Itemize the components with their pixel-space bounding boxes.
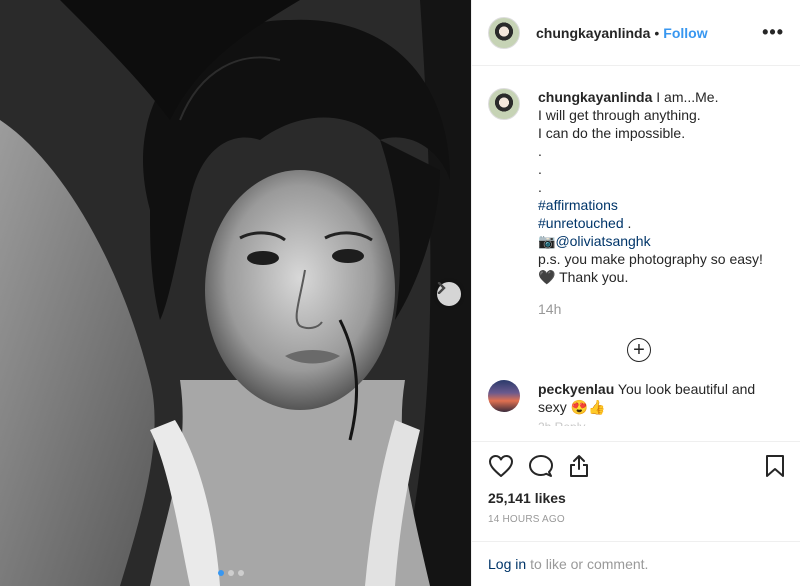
caption-line: I am...Me. — [656, 89, 719, 105]
comment-meta[interactable]: 2h Reply — [538, 420, 800, 426]
carousel-next-button[interactable] — [437, 282, 461, 306]
post-header: chungkayanlinda • Follow ••• — [472, 0, 800, 66]
like-button[interactable] — [488, 454, 514, 481]
post-photo[interactable] — [0, 0, 471, 586]
commenter-username[interactable]: peckyenlau — [538, 381, 614, 397]
login-prompt: Log in to like or comment. — [472, 541, 800, 586]
bookmark-icon — [766, 454, 784, 477]
header-separator: • — [654, 24, 660, 41]
comment-item: peckyenlau You look beautiful and sexy 😍… — [472, 362, 800, 416]
caption-dot: . — [538, 161, 542, 177]
post-timestamp[interactable]: 14 HOURS AGO — [488, 514, 785, 525]
carousel-dot — [228, 570, 234, 576]
caption-timestamp[interactable]: 14h — [538, 300, 778, 318]
login-link[interactable]: Log in — [488, 556, 526, 572]
carousel-dot — [238, 570, 244, 576]
camera-emoji: 📷 — [538, 233, 556, 249]
caption-line: p.s. you make photography so easy! — [538, 251, 763, 267]
login-prompt-text: to like or comment. — [530, 556, 649, 572]
load-more-comments-button[interactable]: + — [627, 338, 651, 362]
caption-author-avatar[interactable] — [488, 88, 520, 120]
follow-button[interactable]: Follow — [663, 25, 707, 41]
chevron-right-icon — [437, 282, 446, 294]
caption-dot: . — [538, 179, 542, 195]
author-avatar[interactable] — [488, 16, 520, 49]
save-button[interactable] — [765, 454, 785, 481]
commenter-avatar[interactable] — [488, 380, 520, 412]
post-actions: 25,141 likes 14 HOURS AGO — [472, 441, 800, 525]
hashtag-link[interactable]: #unretouched — [538, 215, 624, 231]
portrait-illustration — [0, 0, 471, 586]
likes-count[interactable]: 25,141 likes — [488, 490, 785, 506]
comment-icon — [529, 454, 553, 477]
heart-icon — [489, 454, 513, 477]
heart-emoji: 🖤 — [538, 269, 556, 285]
mention-link[interactable]: @oliviatsanghk — [555, 233, 650, 249]
post-details-panel: chungkayanlinda • Follow ••• chungkayanl… — [471, 0, 800, 586]
caption-line: Thank you. — [555, 269, 629, 285]
carousel-dot — [218, 570, 224, 576]
caption-line: I will get through anything. — [538, 107, 701, 123]
share-icon — [570, 454, 588, 477]
post-caption: chungkayanlinda I am...Me. I will get th… — [472, 66, 800, 318]
caption-username[interactable]: chungkayanlinda — [538, 89, 652, 105]
author-username[interactable]: chungkayanlinda — [536, 25, 650, 41]
comment-button[interactable] — [528, 454, 554, 481]
hashtag-link[interactable]: #affirmations — [538, 197, 618, 213]
caption-dot: . — [538, 143, 542, 159]
share-button[interactable] — [568, 454, 590, 481]
caption-text: . — [623, 215, 632, 231]
caption-line: I can do the impossible. — [538, 125, 686, 141]
more-icon[interactable]: ••• — [762, 22, 784, 43]
plus-circle-icon: + — [633, 339, 645, 361]
carousel-indicator — [218, 570, 244, 576]
